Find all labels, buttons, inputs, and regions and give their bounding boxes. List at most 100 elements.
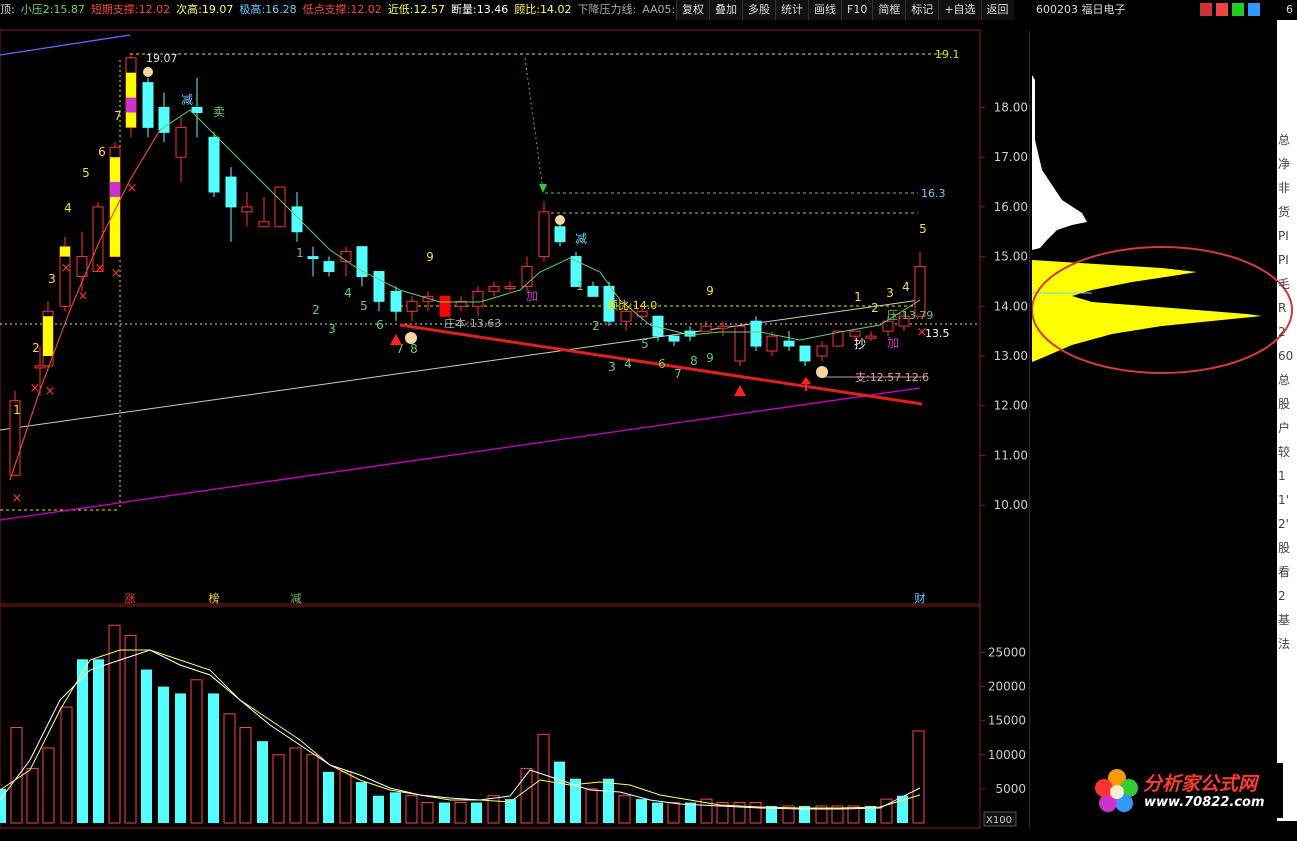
highlight-bar — [110, 157, 120, 257]
candle-body — [799, 345, 811, 362]
indicator-item: 顾比:14.02 — [514, 0, 571, 20]
count-number: 6 — [376, 318, 384, 332]
count-number: 3 — [48, 272, 56, 286]
count-number: 4 — [902, 280, 910, 294]
side-label: 看 — [1278, 565, 1291, 579]
pressure-label: 压:13.79 — [887, 309, 933, 322]
candle-body — [274, 186, 286, 228]
count-number: 5 — [360, 299, 368, 313]
person-icon — [555, 215, 565, 225]
volume-bar — [77, 659, 88, 823]
volume-bar — [505, 799, 516, 823]
count-number: 9 — [706, 351, 714, 365]
candle-body — [554, 226, 566, 243]
moneybag-icon — [816, 366, 828, 378]
count-number: 6 — [98, 145, 106, 159]
indicator-value: 12.02 — [350, 3, 382, 16]
volume-bar — [439, 802, 450, 823]
volume-axis-label: 10000 — [988, 748, 1026, 762]
count-number: 5 — [919, 222, 927, 236]
candle-body — [142, 82, 154, 128]
indicator-label: AA05: — [642, 3, 676, 16]
volume-bar — [93, 659, 104, 823]
toolbar-button[interactable]: 画线 — [808, 0, 841, 20]
price-axis-label: 10.00 — [994, 498, 1028, 512]
toolbar-button[interactable]: 标记 — [905, 0, 938, 20]
candle-body — [323, 261, 335, 273]
toolbar-button[interactable]: 返回 — [980, 0, 1014, 20]
side-label: PI — [1278, 229, 1289, 243]
volume-bar — [603, 778, 614, 823]
toolbar-button[interactable]: 叠加 — [709, 0, 742, 20]
side-label: 法 — [1278, 637, 1291, 651]
event-tag: 减 — [291, 592, 302, 605]
chip-background — [1032, 20, 1277, 821]
indicator-label: 小压2: — [20, 3, 54, 16]
highlight-bar — [43, 316, 53, 356]
count-number: 4 — [64, 201, 72, 215]
gubi-label: 顾比:14.0 — [607, 299, 657, 312]
volume-bar — [685, 802, 696, 823]
candle-body — [734, 325, 746, 362]
candle-body — [258, 221, 270, 228]
candle-body — [700, 325, 712, 332]
indicator-item: 极高:16.28 — [239, 0, 296, 20]
side-label: 1 — [1278, 469, 1286, 483]
candle-body — [356, 246, 368, 277]
candle-body — [291, 206, 303, 233]
candle-body — [717, 325, 729, 329]
volume-bar — [636, 799, 647, 823]
watermark-brand: 分析家公式网 — [1143, 773, 1258, 795]
indicator-item: 短期支撑:12.02 — [91, 0, 170, 20]
kline-chart[interactable]: 18.00 17.00 16.00 15.00 14.00 13.00 12.00 11.00… — [0, 20, 1030, 841]
candle-body — [766, 335, 778, 352]
x-mark: × — [61, 261, 72, 276]
level-label: 19.1 — [935, 48, 960, 61]
watermark-logo: 分析家公式网 www.70822.com — [1088, 763, 1283, 818]
price-axis-label: 12.00 — [994, 399, 1028, 413]
candle-body — [241, 206, 253, 213]
candle-body — [504, 285, 516, 289]
side-label: 60 — [1278, 349, 1294, 363]
count-number: 5 — [82, 166, 90, 180]
event-tag: 财 — [915, 591, 926, 605]
indicator-item: 顶: — [0, 0, 15, 20]
sell-mark: 卖 — [213, 105, 225, 119]
x-mark: × — [78, 289, 89, 304]
indicator-value: 15.87 — [53, 3, 85, 16]
candle-body — [668, 335, 680, 342]
side-label: 股 — [1278, 541, 1291, 555]
person-icon — [143, 67, 153, 77]
flower-icon — [1095, 769, 1138, 812]
indicator-label: 低点支撑: — [302, 3, 351, 16]
count-number: 3 — [328, 322, 336, 336]
candle-body — [439, 295, 451, 317]
volume-axis-label: 5000 — [995, 782, 1026, 796]
indicator-item: 次高:19.07 — [176, 0, 233, 20]
indicator-item: 断量:13.46 — [451, 0, 508, 20]
count-number: 8 — [410, 342, 418, 356]
price-axis-label: 13.00 — [994, 349, 1028, 363]
toolbar-button[interactable]: +自选 — [938, 0, 980, 20]
toolbar-button[interactable]: 复权 — [676, 0, 709, 20]
indicator-label: 短期支撑: — [90, 3, 139, 16]
indicator-label: 近低: — [387, 3, 414, 16]
price-label: 13.5 — [925, 327, 950, 340]
candle-body — [307, 256, 319, 260]
indicator-item: 小压2:15.87 — [21, 0, 85, 20]
toolbar-button[interactable]: 多股 — [742, 0, 775, 20]
toolbar-button[interactable]: 简框 — [872, 0, 905, 20]
side-label: 股 — [1278, 397, 1291, 411]
toolbar-button[interactable]: F10 — [841, 0, 872, 20]
candle-body — [488, 285, 500, 292]
price-axis-label: 14.00 — [994, 299, 1028, 313]
volume-bar — [208, 693, 219, 823]
indicator-label: 极高: — [239, 3, 266, 16]
indicator-label: 断量: — [451, 3, 477, 16]
high-label: 19.07 — [146, 52, 178, 65]
toolbar-button[interactable]: 统计 — [775, 0, 808, 20]
count-number: 1 — [13, 403, 21, 417]
volume-axis-label: 25000 — [988, 646, 1026, 660]
indicator-item: 下降压力线: — [577, 0, 636, 20]
candle-body — [225, 176, 237, 208]
